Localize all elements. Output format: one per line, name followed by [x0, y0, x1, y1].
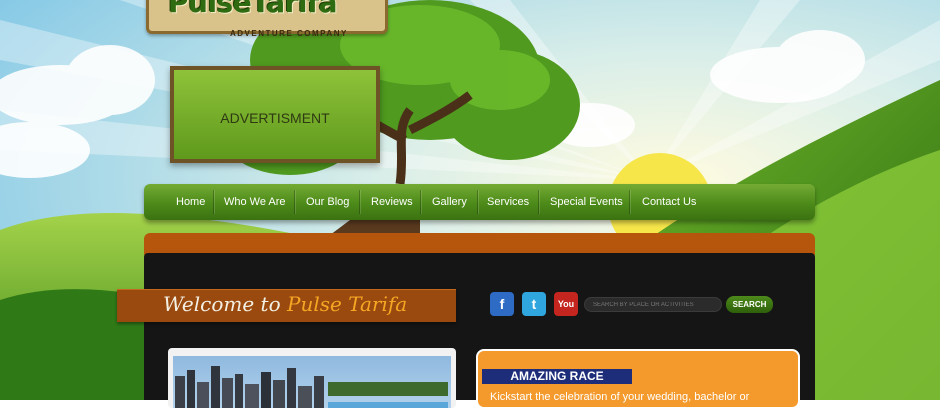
- nav-divider: [420, 190, 421, 214]
- nav-item-special-events[interactable]: Special Events: [550, 184, 623, 220]
- content-top-bar: [144, 233, 815, 255]
- search-input[interactable]: [584, 297, 722, 312]
- nav-item-services[interactable]: Services: [487, 184, 529, 220]
- nav-divider: [213, 190, 214, 214]
- youtube-icon[interactable]: You: [554, 292, 578, 316]
- nav-divider: [477, 190, 478, 214]
- nav-divider: [629, 190, 630, 214]
- facebook-icon[interactable]: f: [490, 292, 514, 316]
- search-button[interactable]: SEARCH: [726, 296, 773, 313]
- nav-item-home[interactable]: Home: [176, 184, 205, 220]
- city-skyline-image: [173, 356, 451, 408]
- nav-item-contact-us[interactable]: Contact Us: [642, 184, 696, 220]
- nav-item-gallery[interactable]: Gallery: [432, 184, 467, 220]
- twitter-glyph: t: [531, 296, 537, 312]
- advertisement-label: ADVERTISMENT: [220, 110, 330, 126]
- amazing-race-title: AMAZING RACE: [482, 369, 632, 384]
- facebook-glyph: f: [499, 296, 505, 312]
- logo-tagline: ADVENTURE COMPANY: [230, 29, 348, 38]
- featured-photo-card[interactable]: [168, 348, 456, 408]
- advertisement-banner[interactable]: ADVERTISMENT: [170, 66, 380, 163]
- nav-divider: [359, 190, 360, 214]
- twitter-icon[interactable]: t: [522, 292, 546, 316]
- youtube-glyph: You: [557, 299, 575, 309]
- nav-divider: [294, 190, 295, 214]
- welcome-prefix: Welcome to: [163, 292, 281, 316]
- welcome-brand: Pulse Tarifa: [287, 292, 408, 316]
- logo-title[interactable]: PulseTarifa: [168, 0, 338, 19]
- nav-item-who-we-are[interactable]: Who We Are: [224, 184, 286, 220]
- nav-item-our-blog[interactable]: Our Blog: [306, 184, 349, 220]
- main-navigation: Home Who We Are Our Blog Reviews Gallery…: [144, 184, 815, 220]
- nav-divider: [538, 190, 539, 214]
- welcome-heading: Welcome to Pulse Tarifa: [163, 292, 407, 316]
- skyline-graphic: [175, 366, 448, 408]
- amazing-race-description: Kickstart the celebration of your weddin…: [490, 391, 750, 403]
- nav-item-reviews[interactable]: Reviews: [371, 184, 413, 220]
- amazing-race-card[interactable]: AMAZING RACE Kickstart the celebration o…: [476, 349, 800, 409]
